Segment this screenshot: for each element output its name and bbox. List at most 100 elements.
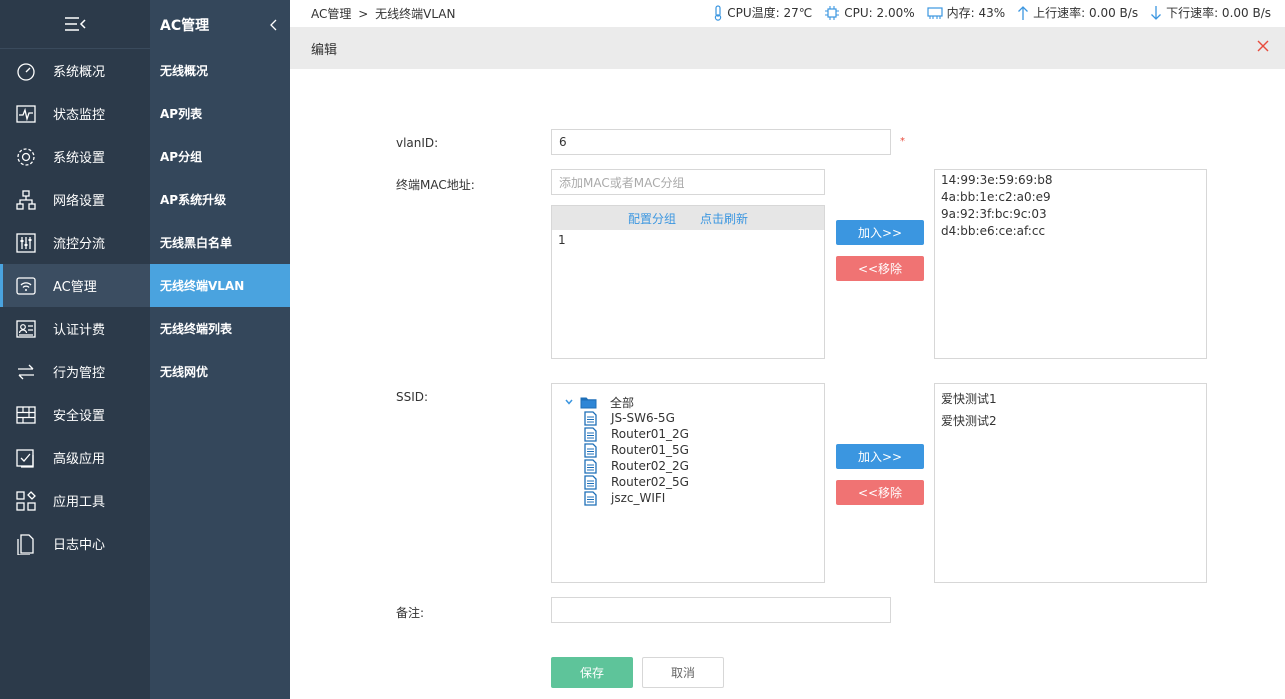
folder-icon — [580, 397, 597, 408]
cpu-temp-stat: CPU温度: 27℃ — [713, 4, 812, 21]
caret-down-icon[interactable] — [564, 398, 574, 406]
network-icon — [16, 189, 36, 210]
sidebar-item-10[interactable]: 应用工具 — [0, 479, 150, 522]
checklist-icon — [16, 448, 34, 468]
save-button[interactable]: 保存 — [551, 657, 633, 688]
ssid-tree-item[interactable]: JS-SW6-5G — [564, 410, 824, 426]
sidebar-item-label: 行为管控 — [53, 366, 106, 381]
sidebar-item-label: 系统概况 — [53, 65, 106, 80]
submenu-item-0[interactable]: 无线概况 — [150, 49, 290, 92]
submenu-item-3[interactable]: AP系统升级 — [150, 178, 290, 221]
ssid-tree-item[interactable]: Router02_2G — [564, 458, 824, 474]
submenu-item-6[interactable]: 无线终端列表 — [150, 307, 290, 350]
tools-icon — [16, 490, 36, 511]
ssid-tree-item[interactable]: Router02_5G — [564, 474, 824, 490]
sidebar-item-3[interactable]: 网络设置 — [0, 178, 150, 221]
cancel-button[interactable]: 取消 — [642, 657, 724, 688]
refresh-link[interactable]: 点击刷新 — [700, 210, 748, 227]
collapse-submenu-icon[interactable] — [270, 19, 278, 31]
file-icon — [584, 410, 597, 426]
sidebar-item-label: 日志中心 — [53, 538, 106, 553]
main-sidebar: 系统概况状态监控系统设置网络设置流控分流 AC管理认证计费行为管控安全设置高级应用… — [0, 0, 150, 699]
submenu-item-1[interactable]: AP列表 — [150, 92, 290, 135]
ssid-tree-label: JS-SW6-5G — [611, 411, 675, 425]
ssid-tree-root[interactable]: 全部 — [564, 394, 824, 410]
sidebar-item-4[interactable]: 流控分流 — [0, 221, 150, 264]
mac-input[interactable]: 添加MAC或者MAC分组 — [551, 169, 825, 195]
file-icon — [584, 490, 597, 506]
sidebar-item-1[interactable]: 状态监控 — [0, 92, 150, 135]
ssid-tree-item[interactable]: Router01_2G — [564, 426, 824, 442]
add-mac-button[interactable]: 加入>> — [836, 220, 924, 245]
arrow-down-icon — [1151, 5, 1162, 20]
ssid-tree-label: Router02_2G — [611, 459, 689, 473]
selected-mac-item[interactable]: 9a:92:3f:bc:9c:03 — [941, 206, 1200, 223]
ssid-tree: 全部 JS-SW6-5G Router01_2G Router01_5G Router… — [551, 383, 825, 583]
sidebar-item-0[interactable]: 系统概况 — [0, 49, 150, 92]
close-icon[interactable] — [1256, 39, 1270, 53]
remove-ssid-button[interactable]: <<移除 — [836, 480, 924, 505]
submenu-item-4[interactable]: 无线黑白名单 — [150, 221, 290, 264]
selected-mac-item[interactable]: 14:99:3e:59:69:b8 — [941, 172, 1200, 189]
submenu: AC管理 无线概况 AP列表 AP分组 AP系统升级 无线黑白名单 无线终端VLAN 无线终… — [150, 0, 290, 699]
submenu-item-2[interactable]: AP分组 — [150, 135, 290, 178]
mac-source-item[interactable]: 1 — [558, 232, 818, 249]
breadcrumb-parent[interactable]: AC管理 — [311, 7, 351, 21]
sidebar-item-8[interactable]: 安全设置 — [0, 393, 150, 436]
dialog-title: 编辑 — [311, 43, 338, 58]
selected-ssid-list[interactable]: 爱快测试1 爱快测试2 — [934, 383, 1207, 583]
note-input[interactable] — [551, 597, 891, 623]
ssid-tree-item[interactable]: Router01_5G — [564, 442, 824, 458]
sidebar-item-6[interactable]: 认证计费 — [0, 307, 150, 350]
cpu-value: CPU: 2.00% — [844, 5, 915, 20]
selected-mac-item[interactable]: d4:bb:e6:ce:af:cc — [941, 223, 1200, 240]
mac-panel-toolbar: 配置分组 点击刷新 — [552, 206, 824, 230]
submenu-item-5[interactable]: 无线终端VLAN — [150, 264, 290, 307]
sidebar-item-label: 高级应用 — [53, 452, 106, 467]
add-ssid-button[interactable]: 加入>> — [836, 444, 924, 469]
download-stat: 下行速率: 0.00 B/s — [1150, 4, 1271, 21]
sidebar-item-label: AC管理 — [53, 280, 97, 295]
sidebar-item-11[interactable]: 日志中心 — [0, 522, 150, 565]
ssid-root-label: 全部 — [610, 395, 635, 410]
download-value: 下行速率: 0.00 B/s — [1166, 6, 1271, 20]
submenu-item-7[interactable]: 无线网优 — [150, 350, 290, 393]
file-icon — [584, 426, 597, 442]
submenu-header: AC管理 — [150, 0, 290, 49]
ssid-tree-item[interactable]: jszc_WIFI — [564, 490, 824, 506]
menu-collapse-icon[interactable] — [63, 15, 87, 33]
dialog-header: 编辑 — [290, 27, 1285, 69]
memory-icon — [927, 6, 943, 19]
remove-mac-button[interactable]: <<移除 — [836, 256, 924, 281]
wifi-router-icon — [16, 276, 36, 295]
gear-icon — [17, 147, 35, 166]
selected-mac-list[interactable]: 14:99:3e:59:69:b8 4a:bb:1e:c2:a0:e9 9a:92:… — [934, 169, 1207, 359]
vlan-id-label: vlanID: — [396, 136, 439, 150]
selected-mac-item[interactable]: 4a:bb:1e:c2:a0:e9 — [941, 189, 1200, 206]
vlan-id-value: 6 — [559, 135, 567, 149]
breadcrumb: AC管理 > 无线终端VLAN — [311, 5, 455, 22]
sidebar-item-label: 系统设置 — [53, 151, 106, 166]
top-bar: AC管理 > 无线终端VLAN CPU温度: 27℃ CPU: 2.00% 内存… — [290, 0, 1285, 27]
sidebar-item-7[interactable]: 行为管控 — [0, 350, 150, 393]
sidebar-item-2[interactable]: 系统设置 — [0, 135, 150, 178]
sidebar-item-label: 安全设置 — [53, 409, 106, 424]
note-label: 备注: — [396, 606, 425, 620]
selected-ssid-item[interactable]: 爱快测试1 — [941, 388, 1200, 410]
ssid-tree-label: Router01_5G — [611, 443, 689, 457]
breadcrumb-current: 无线终端VLAN — [375, 7, 456, 21]
config-group-link[interactable]: 配置分组 — [628, 210, 676, 227]
document-icon — [17, 533, 34, 555]
chip-icon — [825, 5, 840, 20]
sidebar-item-label: 流控分流 — [53, 237, 106, 252]
sidebar-item-9[interactable]: 高级应用 — [0, 436, 150, 479]
mac-label: 终端MAC地址: — [396, 178, 475, 192]
menu-toggle[interactable] — [0, 0, 150, 49]
dashboard-icon — [17, 62, 35, 81]
ssid-tree-label: Router01_2G — [611, 427, 689, 441]
sidebar-item-5[interactable]: AC管理 — [0, 264, 150, 307]
submenu-title: AC管理 — [160, 17, 210, 34]
cpu-stat: CPU: 2.00% — [824, 5, 915, 21]
selected-ssid-item[interactable]: 爱快测试2 — [941, 410, 1200, 432]
vlan-id-input[interactable]: 6 — [551, 129, 891, 155]
